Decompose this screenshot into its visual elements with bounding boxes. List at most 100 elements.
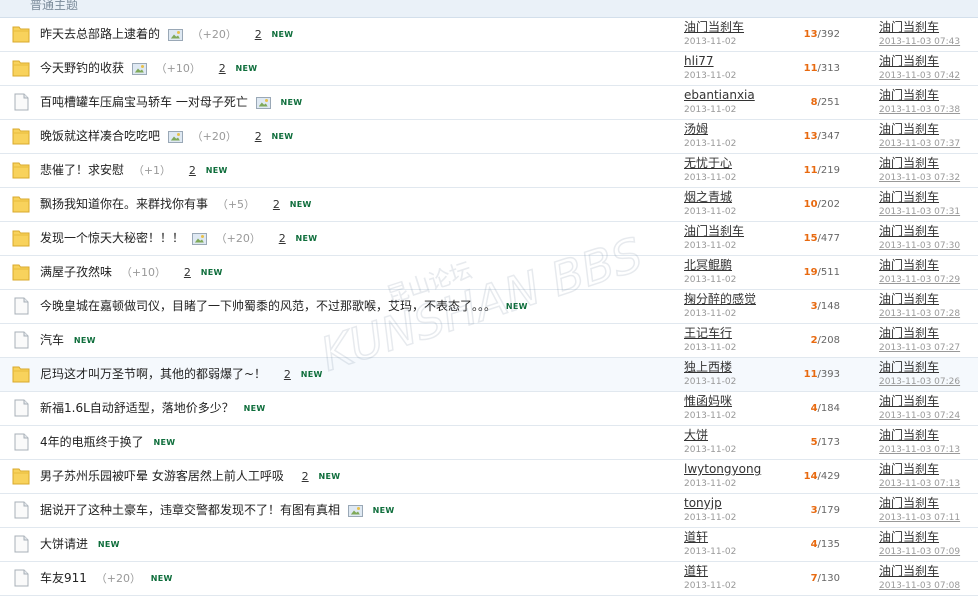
thread-row[interactable]: 男子苏州乐园被吓晕 女游客居然上前人工呼吸 2 NEW lwytongyong …	[0, 460, 978, 494]
thread-rating: （+10）	[120, 266, 167, 279]
last-poster-link[interactable]: 油门当刹车	[879, 20, 978, 35]
last-post-time[interactable]: 2013-11-03 07:29	[879, 274, 978, 286]
view-count: 219	[820, 165, 840, 176]
last-post-time[interactable]: 2013-11-03 07:42	[879, 70, 978, 82]
thread-title-link[interactable]: 男子苏州乐园被吓晕 女游客居然上前人工呼吸	[40, 469, 284, 483]
last-poster-link[interactable]: 油门当刹车	[879, 156, 978, 171]
folder-icon	[11, 364, 31, 384]
thread-title-link[interactable]: 新福1.6L自动舒适型，落地价多少？	[40, 401, 234, 415]
thread-page-link[interactable]: 2	[302, 470, 309, 483]
last-post-time[interactable]: 2013-11-03 07:08	[879, 580, 978, 592]
image-attachment-icon	[255, 96, 271, 109]
reply-count: 7	[810, 573, 818, 584]
document-icon	[11, 534, 31, 554]
thread-rating: （+10）	[155, 62, 201, 75]
thread-page-link[interactable]: 2	[273, 198, 280, 211]
thread-title-link[interactable]: 据说开了这种土豪车，违章交警都发现不了！有图有真相	[40, 503, 340, 517]
thread-title-link[interactable]: 大饼请进	[40, 537, 88, 551]
thread-page-link[interactable]: 2	[219, 62, 226, 75]
last-poster-link[interactable]: 油门当刹车	[879, 258, 978, 273]
thread-row[interactable]: 百吨槽罐车压扁宝马轿车 一对母子死亡 NEW ebantianxia 2013-…	[0, 86, 978, 120]
thread-title-link[interactable]: 晚饭就这样凑合吃吃吧	[40, 129, 160, 143]
thread-title-link[interactable]: 尼玛这才叫万圣节啊，其他的都弱爆了~！	[40, 367, 266, 381]
new-badge: NEW	[150, 574, 173, 583]
thread-row[interactable]: 大饼请进 NEW 道轩 2013-11-02 4/135 油门当刹车 2013-…	[0, 528, 978, 562]
last-poster-link[interactable]: 油门当刹车	[879, 530, 978, 545]
thread-title-cell: 今晚皇城在嘉顿做司仪，目睹了一下帅蜀黍的风范，不过那歌喉，艾玛，不表态了。。。 …	[40, 290, 528, 323]
new-badge: NEW	[271, 132, 294, 141]
last-post-time[interactable]: 2013-11-03 07:37	[879, 138, 978, 150]
thread-page-link[interactable]: 2	[184, 266, 191, 279]
last-post-time[interactable]: 2013-11-03 07:30	[879, 240, 978, 252]
thread-title-link[interactable]: 发现一个惊天大秘密！！！	[40, 231, 184, 245]
last-poster-link[interactable]: 油门当刹车	[879, 326, 978, 341]
thread-page-link[interactable]: 2	[255, 130, 262, 143]
new-badge: NEW	[271, 30, 294, 39]
thread-row[interactable]: 新福1.6L自动舒适型，落地价多少？ NEW 惟函妈咪 2013-11-02 4…	[0, 392, 978, 426]
thread-page-link[interactable]: 2	[189, 164, 196, 177]
new-badge: NEW	[235, 64, 258, 73]
thread-title-link[interactable]: 今晚皇城在嘉顿做司仪，目睹了一下帅蜀黍的风范，不过那歌喉，艾玛，不表态了。。。	[40, 299, 496, 313]
thread-page-link[interactable]: 2	[255, 28, 262, 41]
last-poster-link[interactable]: 油门当刹车	[879, 292, 978, 307]
thread-row[interactable]: 发现一个惊天大秘密！！！ （+20） 2 NEW 油门当刹车 2013-11-0…	[0, 222, 978, 256]
last-poster-link[interactable]: 油门当刹车	[879, 360, 978, 375]
last-post-time[interactable]: 2013-11-03 07:28	[879, 308, 978, 320]
counts-cell: 2/208	[810, 335, 840, 346]
thread-row[interactable]: 昨天去总部路上逮着的 （+20） 2 NEW 油门当刹车 2013-11-02 …	[0, 18, 978, 52]
thread-row[interactable]: 飘扬我知道你在。来群找你有事 （+5） 2 NEW 烟之青城 2013-11-0…	[0, 188, 978, 222]
last-poster-link[interactable]: 油门当刹车	[879, 88, 978, 103]
new-badge: NEW	[289, 200, 312, 209]
thread-title-link[interactable]: 百吨槽罐车压扁宝马轿车 一对母子死亡	[40, 95, 248, 109]
last-post-time[interactable]: 2013-11-03 07:43	[879, 36, 978, 48]
thread-title-link[interactable]: 4年的电瓶终于换了	[40, 435, 144, 449]
last-poster-link[interactable]: 油门当刹车	[879, 122, 978, 137]
last-poster-link[interactable]: 油门当刹车	[879, 394, 978, 409]
thread-row[interactable]: 今天野钓的收获 （+10） 2 NEW hli77 2013-11-02 11/…	[0, 52, 978, 86]
last-post-time[interactable]: 2013-11-03 07:38	[879, 104, 978, 116]
thread-title-link[interactable]: 车友911	[40, 571, 87, 585]
last-post-time[interactable]: 2013-11-03 07:31	[879, 206, 978, 218]
thread-title-link[interactable]: 今天野钓的收获	[40, 61, 124, 75]
last-post-cell: 油门当刹车 2013-11-03 07:28	[879, 292, 978, 320]
last-post-time[interactable]: 2013-11-03 07:24	[879, 410, 978, 422]
reply-count: 2	[810, 335, 818, 346]
thread-row[interactable]: 悲催了！求安慰 （+1） 2 NEW 无忧于心 2013-11-02 11/21…	[0, 154, 978, 188]
last-poster-link[interactable]: 油门当刹车	[879, 462, 978, 477]
last-post-time[interactable]: 2013-11-03 07:26	[879, 376, 978, 388]
counts-cell: 5/173	[810, 437, 840, 448]
thread-title-link[interactable]: 满屋子孜然味	[40, 265, 112, 279]
last-post-time[interactable]: 2013-11-03 07:27	[879, 342, 978, 354]
last-post-cell: 油门当刹车 2013-11-03 07:30	[879, 224, 978, 252]
thread-row[interactable]: 满屋子孜然味 （+10） 2 NEW 北冥鲲鹏 2013-11-02 19/51…	[0, 256, 978, 290]
thread-row[interactable]: 汽车 NEW 王记车行 2013-11-02 2/208 油门当刹车 2013-…	[0, 324, 978, 358]
thread-page-link[interactable]: 2	[284, 368, 291, 381]
last-poster-link[interactable]: 油门当刹车	[879, 54, 978, 69]
new-badge: NEW	[372, 506, 395, 515]
last-poster-link[interactable]: 油门当刹车	[879, 564, 978, 579]
thread-row[interactable]: 4年的电瓶终于换了 NEW 大饼 2013-11-02 5/173 油门当刹车 …	[0, 426, 978, 460]
thread-title-link[interactable]: 昨天去总部路上逮着的	[40, 27, 160, 41]
last-post-time[interactable]: 2013-11-03 07:13	[879, 478, 978, 490]
last-poster-link[interactable]: 油门当刹车	[879, 496, 978, 511]
last-post-time[interactable]: 2013-11-03 07:11	[879, 512, 978, 524]
thread-row[interactable]: 尼玛这才叫万圣节啊，其他的都弱爆了~！ 2 NEW 独上西楼 2013-11-0…	[0, 358, 978, 392]
thread-row[interactable]: 车友911 （+20） NEW 道轩 2013-11-02 7/130 油门当刹…	[0, 562, 978, 596]
counts-cell: 19/511	[803, 267, 840, 278]
thread-page-link[interactable]: 2	[279, 232, 286, 245]
last-post-cell: 油门当刹车 2013-11-03 07:29	[879, 258, 978, 286]
last-post-time[interactable]: 2013-11-03 07:13	[879, 444, 978, 456]
thread-title-link[interactable]: 悲催了！求安慰	[40, 163, 124, 177]
thread-title-link[interactable]: 汽车	[40, 333, 64, 347]
counts-cell: 11/219	[803, 165, 840, 176]
thread-title-link[interactable]: 飘扬我知道你在。来群找你有事	[40, 197, 208, 211]
new-badge: NEW	[300, 370, 323, 379]
thread-row[interactable]: 晚饭就这样凑合吃吃吧 （+20） 2 NEW 汤姆 2013-11-02 13/…	[0, 120, 978, 154]
last-post-time[interactable]: 2013-11-03 07:32	[879, 172, 978, 184]
last-poster-link[interactable]: 油门当刹车	[879, 224, 978, 239]
thread-row[interactable]: 今晚皇城在嘉顿做司仪，目睹了一下帅蜀黍的风范，不过那歌喉，艾玛，不表态了。。。 …	[0, 290, 978, 324]
last-poster-link[interactable]: 油门当刹车	[879, 428, 978, 443]
thread-row[interactable]: 据说开了这种土豪车，违章交警都发现不了！有图有真相 NEW tonyjp 201…	[0, 494, 978, 528]
last-poster-link[interactable]: 油门当刹车	[879, 190, 978, 205]
last-post-time[interactable]: 2013-11-03 07:09	[879, 546, 978, 558]
